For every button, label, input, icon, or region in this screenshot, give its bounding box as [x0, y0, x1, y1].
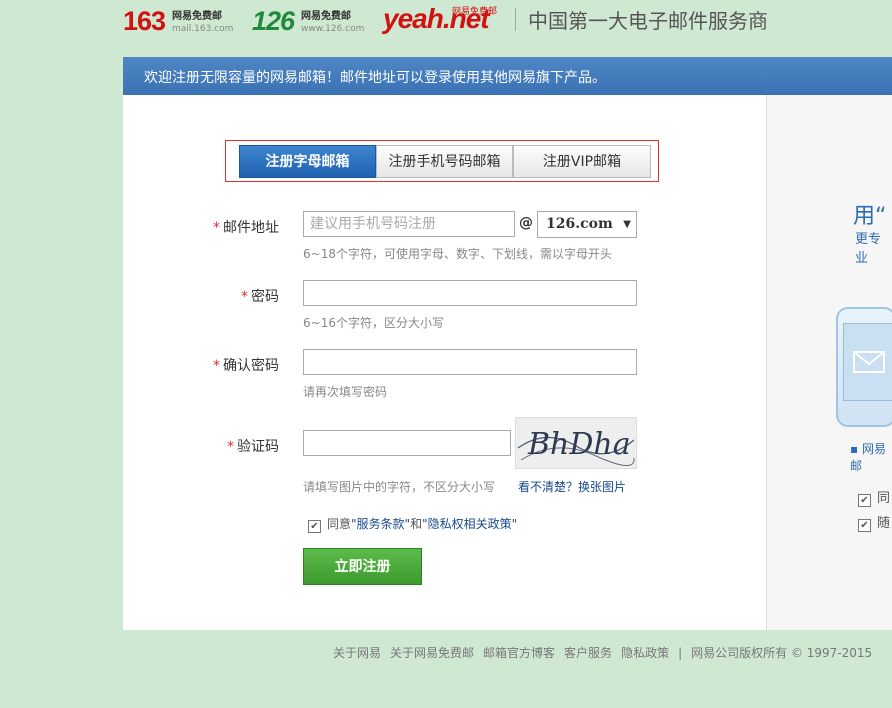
- domain-value: 126.com: [546, 216, 613, 232]
- required-mark: *: [227, 439, 234, 455]
- password-input[interactable]: [303, 280, 637, 306]
- logo-126-caption: 网易免费邮 www.126.com: [301, 11, 364, 35]
- tab-vip-email[interactable]: 注册VIP邮箱: [513, 145, 651, 178]
- footer-link-about-mail[interactable]: 关于网易免费邮: [390, 646, 474, 660]
- logo-163-cn: 网易免费邮: [172, 11, 222, 22]
- captcha-input[interactable]: [303, 430, 511, 456]
- footer-link-service[interactable]: 客户服务: [564, 646, 612, 660]
- side-check-1-text: 同: [877, 491, 891, 506]
- refresh-captcha-link[interactable]: 看不清楚？换张图片: [518, 478, 626, 495]
- header-slogan: 中国第一大电子邮件服务商: [528, 9, 768, 33]
- password-label-text: 密码: [251, 289, 279, 305]
- captcha-graphic: BhDha: [517, 427, 635, 466]
- footer-copyright: 网易公司版权所有 © 1997-2015: [691, 646, 873, 660]
- terms-link[interactable]: "服务条款": [351, 517, 410, 531]
- logo-126-cn: 网易免费邮: [301, 11, 351, 22]
- side-check-1: ✔ 同: [858, 487, 890, 507]
- logo-yeah-text: yeah: [383, 3, 444, 34]
- required-mark: *: [213, 220, 220, 236]
- email-input[interactable]: 建议用手机号码注册: [303, 211, 515, 237]
- privacy-link[interactable]: "隐私权相关政策": [422, 517, 517, 531]
- logo-163-caption: 网易免费邮 mail.163.com: [172, 11, 233, 35]
- check-icon: ✔: [858, 494, 871, 507]
- logo-126-url: www.126.com: [301, 24, 365, 34]
- logo-163-url: mail.163.com: [172, 24, 234, 34]
- captcha-label-text: 验证码: [237, 439, 279, 455]
- side-check-2: ✔ 随: [858, 512, 890, 532]
- agree-checkbox[interactable]: ✔: [308, 520, 321, 533]
- logo-yeah-tag: 网易免费邮: [452, 7, 498, 17]
- required-mark: *: [241, 289, 248, 305]
- confirm-password-input[interactable]: [303, 349, 637, 375]
- side-check-2-text: 随: [877, 516, 891, 531]
- footer: 关于网易 关于网易免费邮 邮箱官方博客 客户服务 隐私政策 | 网易公司版权所有 © 199…: [333, 644, 881, 661]
- logo-126[interactable]: 126: [252, 6, 295, 37]
- captcha-label: * 验证码: [227, 436, 279, 456]
- captcha-image[interactable]: BhDha: [515, 417, 637, 469]
- welcome-banner: 欢迎注册无限容量的网易邮箱！邮件地址可以登录使用其他网易旗下产品。: [123, 57, 892, 95]
- side-promo-title: 用“: [853, 204, 887, 229]
- captcha-text: BhDha: [527, 427, 631, 462]
- agreement-row: ✔ 同意"服务条款"和"隐私权相关政策": [308, 515, 517, 533]
- side-list-item: ▪ 网易邮: [850, 442, 886, 473]
- password-label: * 密码: [241, 286, 279, 306]
- logo-163[interactable]: 163: [123, 6, 166, 37]
- agree-and: 和: [410, 517, 423, 531]
- register-button[interactable]: 立即注册: [303, 548, 422, 585]
- footer-divider: |: [678, 646, 683, 660]
- email-label: * 邮件地址: [213, 217, 279, 237]
- required-mark: *: [213, 358, 220, 374]
- agree-prefix: 同意: [327, 517, 352, 531]
- footer-link-about[interactable]: 关于网易: [333, 646, 381, 660]
- email-label-text: 邮件地址: [223, 220, 279, 236]
- email-hint: 6~18个字符，可使用字母、数字、下划线，需以字母开头: [303, 247, 612, 261]
- side-promo-subtitle: 更专业: [855, 232, 882, 266]
- footer-link-privacy[interactable]: 隐私政策: [621, 646, 669, 660]
- captcha-hint: 请填写图片中的字符，不区分大小写: [303, 480, 496, 494]
- password-hint: 6~16个字符，区分大小写: [303, 316, 444, 330]
- confirm-password-hint: 请再次填写密码: [303, 385, 388, 399]
- mail-icon: [843, 323, 892, 401]
- confirm-label-text: 确认密码: [223, 358, 279, 374]
- header-divider: [515, 8, 516, 31]
- tab-mobile-email[interactable]: 注册手机号码邮箱: [376, 145, 513, 178]
- dropdown-arrow-icon: ▼: [623, 219, 631, 230]
- check-icon: ✔: [858, 519, 871, 532]
- domain-select[interactable]: 126.com ▼: [537, 211, 637, 238]
- at-symbol: @: [519, 215, 533, 231]
- welcome-text: 欢迎注册无限容量的网易邮箱！邮件地址可以登录使用其他网易旗下产品。: [144, 70, 606, 86]
- footer-link-blog[interactable]: 邮箱官方博客: [483, 646, 555, 660]
- confirm-password-label: * 确认密码: [213, 355, 279, 375]
- tab-letter-email[interactable]: 注册字母邮箱: [239, 145, 376, 178]
